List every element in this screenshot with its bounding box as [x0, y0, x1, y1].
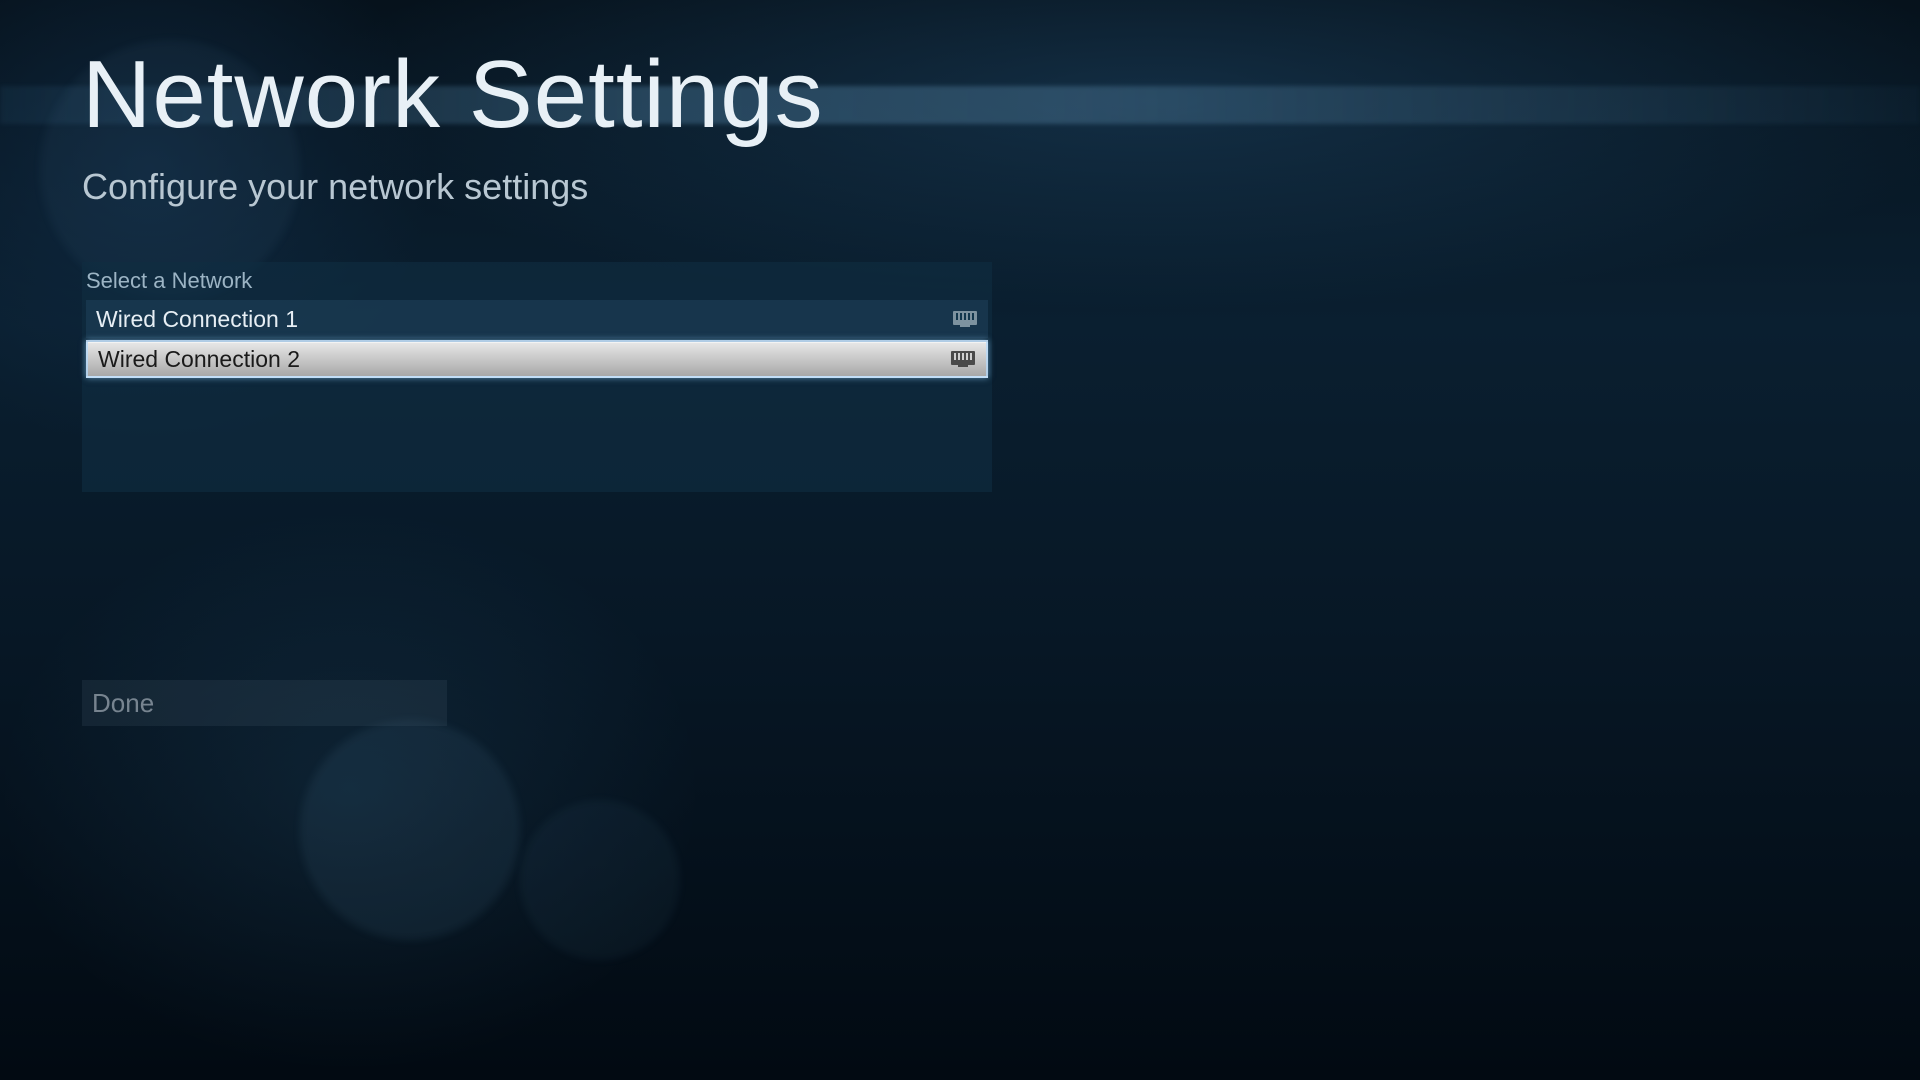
decorative-bokeh	[520, 800, 680, 960]
page-title: Network Settings	[82, 40, 824, 150]
ethernet-icon	[950, 308, 980, 330]
network-list: Wired Connection 1 Wired Connection 2	[82, 300, 992, 378]
page-subtitle: Configure your network settings	[82, 166, 588, 208]
network-item-label: Wired Connection 2	[98, 346, 300, 373]
network-item-wired-2[interactable]: Wired Connection 2	[86, 340, 988, 378]
decorative-bokeh	[300, 720, 520, 940]
network-item-wired-1[interactable]: Wired Connection 1	[86, 300, 988, 338]
panel-header: Select a Network	[82, 262, 992, 300]
done-button[interactable]: Done	[82, 680, 447, 726]
ethernet-icon	[948, 348, 978, 370]
done-button-label: Done	[92, 688, 154, 719]
network-panel: Select a Network Wired Connection 1 Wire…	[82, 262, 992, 492]
network-item-label: Wired Connection 1	[96, 306, 298, 333]
